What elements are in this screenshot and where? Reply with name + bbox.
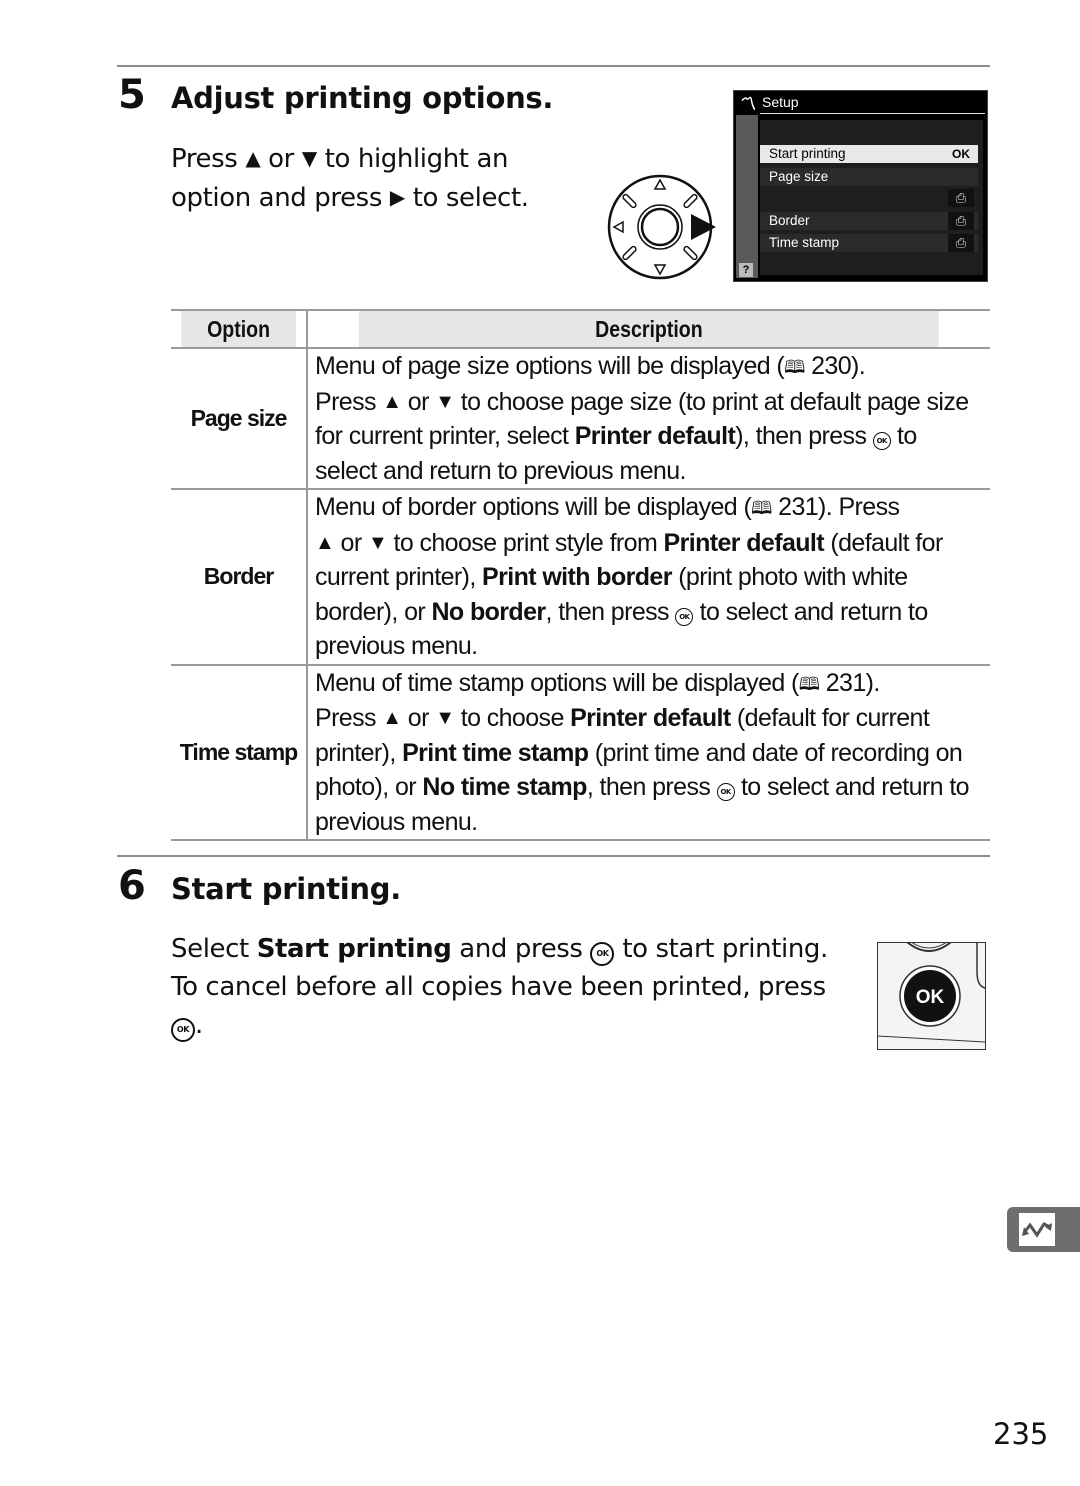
instruction-text: to highlight an: [324, 144, 509, 174]
down-arrow-icon: ▼: [435, 707, 455, 729]
column-header-option: Option: [181, 309, 297, 349]
camera-ok-button-illustration: OK: [876, 941, 986, 1050]
printer-default-icon: ⎙: [948, 234, 974, 252]
right-arrow-icon: ▶: [389, 185, 405, 209]
pictbridge-icon: 〽: [738, 94, 756, 114]
down-arrow-icon: ▼: [301, 146, 317, 170]
menu-sidebar: [736, 115, 758, 278]
column-header-description: Description: [357, 309, 939, 349]
section-rule: [117, 855, 990, 857]
menu-item-label: Time stamp: [769, 235, 840, 250]
up-arrow-icon: ▲: [315, 531, 335, 554]
instruction-text: to select.: [412, 183, 529, 213]
camera-setup-menu-screen: 〽 Setup Start printing OK Page size ⎙ Bo…: [733, 90, 988, 282]
instruction-text: Press: [171, 144, 238, 174]
instruction-text: option and press: [171, 183, 382, 213]
printer-default-icon: ⎙: [948, 189, 974, 207]
menu-item-label: Border: [769, 213, 810, 228]
ok-icon: OK: [952, 147, 970, 161]
menu-item-page-size-value: ⎙: [760, 189, 978, 207]
menu-item-page-size[interactable]: Page size: [760, 168, 978, 186]
book-reference-icon: 🕮: [798, 673, 820, 694]
instruction-text: or: [268, 144, 294, 174]
table-row: Page size Menu of page size options will…: [171, 348, 990, 490]
table-header-row: Option Description: [171, 309, 990, 349]
menu-item-time-stamp[interactable]: Time stamp ⎙: [760, 234, 978, 252]
ok-button-icon: OK: [171, 1018, 195, 1042]
step-5-instruction: Press ▲ or ▼ to highlight an option and …: [171, 139, 529, 217]
step-5-title: Adjust printing options.: [171, 81, 554, 115]
menu-item-start-printing[interactable]: Start printing OK: [760, 145, 978, 163]
table-row: Border Menu of border options will be di…: [171, 489, 990, 666]
option-description: Menu of page size options will be displa…: [306, 348, 990, 490]
option-time-stamp: Time stamp: [171, 664, 307, 841]
menu-title-divider: [760, 113, 985, 114]
down-arrow-icon: ▼: [367, 531, 388, 554]
book-reference-icon: 🕮: [784, 357, 805, 377]
step-number-5: 5: [118, 72, 146, 118]
step-number-6: 6: [118, 863, 146, 909]
menu-item-label: Page size: [769, 169, 829, 184]
pictbridge-connection-icon: [1019, 1213, 1055, 1246]
top-rule: [117, 65, 990, 67]
option-description: Menu of border options will be displayed…: [306, 489, 990, 666]
ok-button-icon: OK: [872, 432, 891, 450]
menu-title: Setup: [762, 94, 799, 110]
ok-button-label: OK: [916, 987, 945, 1008]
step-6-instruction: Select Start printing and press OK to st…: [171, 934, 828, 1042]
book-reference-icon: 🕮: [751, 498, 772, 518]
menu-item-label: Start printing: [769, 146, 846, 161]
multi-selector-right-icon: [607, 174, 716, 280]
printer-default-icon: ⎙: [948, 212, 974, 230]
option-border: Border: [171, 489, 307, 666]
up-arrow-icon: ▲: [382, 390, 402, 413]
section-tab[interactable]: [1007, 1207, 1080, 1252]
step-6-title: Start printing.: [171, 872, 401, 906]
table-row: Time stamp Menu of time stamp options wi…: [171, 664, 990, 841]
page-number: 235: [993, 1417, 1049, 1451]
up-arrow-icon: ▲: [245, 146, 261, 170]
ok-button-icon: OK: [590, 942, 615, 966]
menu-item-border[interactable]: Border ⎙: [760, 212, 978, 230]
help-icon: ?: [739, 263, 753, 277]
options-table: Option Description Page size Menu of pag…: [171, 309, 990, 841]
ok-button-icon: OK: [675, 607, 694, 626]
ok-button-icon: OK: [716, 783, 735, 801]
down-arrow-icon: ▼: [435, 390, 455, 413]
up-arrow-icon: ▲: [382, 707, 402, 729]
option-description: Menu of time stamp options will be displ…: [306, 664, 990, 841]
option-page-size: Page size: [171, 348, 307, 490]
